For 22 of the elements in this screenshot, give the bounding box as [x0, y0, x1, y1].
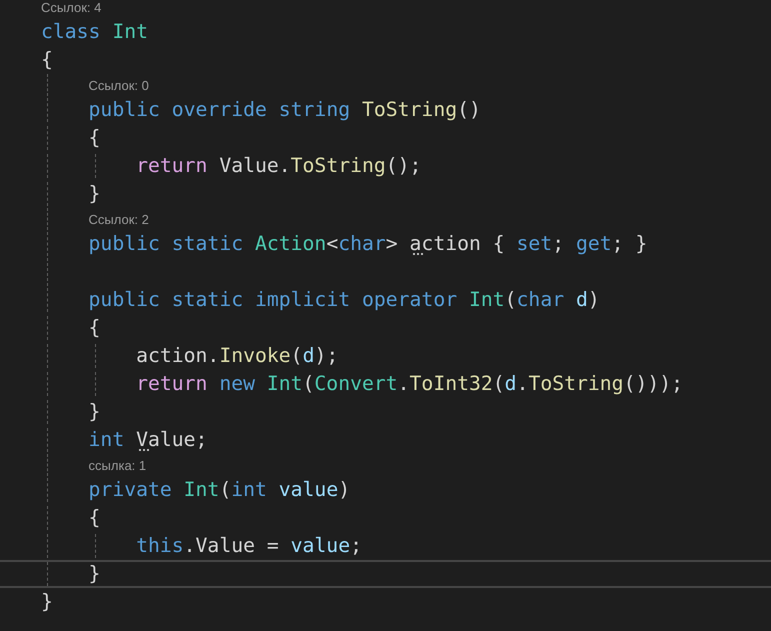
code-line: {: [88, 508, 100, 528]
code-line: }: [88, 564, 100, 584]
code-line: return new Int(Convert.ToInt32(d.ToString()));: [136, 374, 684, 394]
code-line: {: [88, 318, 100, 338]
code-line: }: [41, 592, 53, 612]
code-line: action.Invoke(d);: [136, 346, 338, 366]
code-line: this.Value = value;: [136, 536, 362, 556]
reference-count-link[interactable]: Ссылок: 0: [88, 78, 149, 92]
code-line: private Int(int value): [88, 480, 350, 500]
reference-count-link[interactable]: Ссылок: 4: [41, 0, 102, 14]
reference-count-link[interactable]: Ссылок: 2: [88, 212, 149, 226]
code-line: class Int: [41, 22, 148, 42]
code-line: return Value.ToString();: [136, 156, 422, 176]
code-line: public static implicit operator Int(char d): [88, 290, 600, 310]
code-line: }: [88, 402, 100, 422]
code-line: public static Action<char> action { set; get; }: [88, 234, 648, 254]
code-line: {: [41, 50, 53, 70]
code-line: }: [88, 184, 100, 204]
code-line: public override string ToString(): [88, 100, 481, 120]
code-line: {: [88, 128, 100, 148]
reference-count-link[interactable]: ссылка: 1: [88, 458, 146, 472]
code-line: int Value;: [88, 430, 208, 450]
